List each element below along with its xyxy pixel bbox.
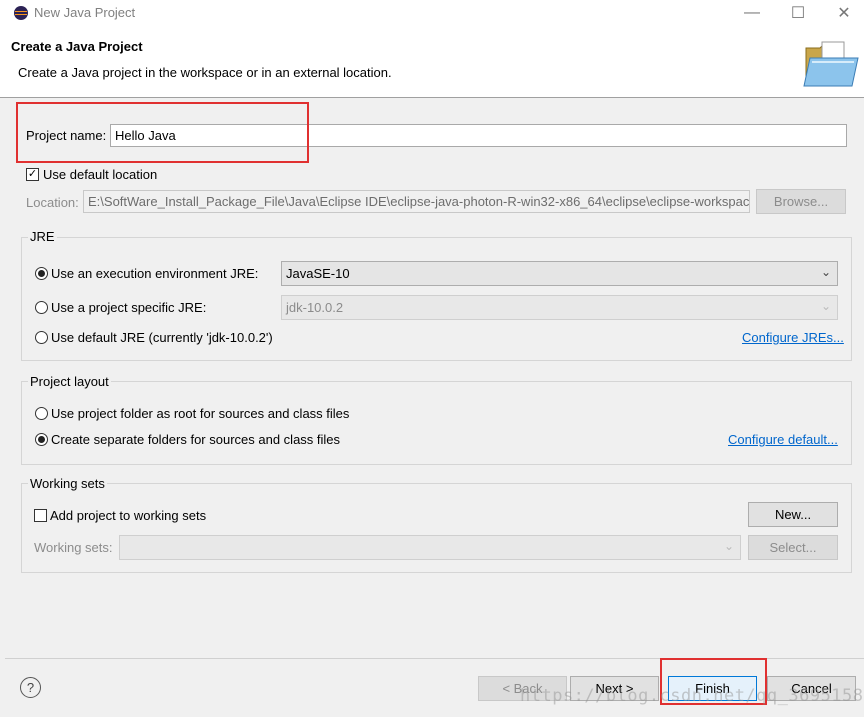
configure-default-link[interactable]: Configure default... [728, 432, 838, 447]
highlight-box-project-name [16, 102, 309, 163]
jre-project-specific-radio[interactable] [35, 301, 48, 314]
chevron-down-icon: ⌄ [820, 299, 831, 313]
chevron-down-icon: ⌄ [723, 539, 734, 553]
jre-project-specific-select[interactable]: jdk-10.0.2 ⌄ [281, 295, 838, 320]
jre-execution-env-label: Use an execution environment JRE: [51, 266, 259, 281]
working-sets-group-title: Working sets [28, 476, 107, 491]
layout-separate-label: Create separate folders for sources and … [51, 432, 341, 447]
watermark-text: https://blog.csdn.net/qq_36951582 [520, 686, 864, 706]
new-working-set-button[interactable]: New... [748, 502, 838, 527]
eclipse-app-icon [14, 6, 28, 20]
configure-jres-link[interactable]: Configure JREs... [742, 330, 844, 345]
layout-root-radio[interactable] [35, 407, 48, 420]
jre-execution-env-value: JavaSE-10 [286, 266, 350, 281]
browse-button[interactable]: Browse... [756, 189, 846, 214]
use-default-location-checkbox[interactable]: ✓ [26, 168, 39, 181]
wizard-description: Create a Java project in the workspace o… [18, 65, 392, 80]
maximize-button[interactable]: ☐ [775, 0, 821, 26]
help-icon[interactable]: ? [20, 677, 41, 698]
wizard-header: Create a Java Project Create a Java proj… [0, 26, 864, 98]
jre-default-label: Use default JRE (currently 'jdk-10.0.2') [51, 330, 273, 345]
jre-execution-env-radio[interactable] [35, 267, 48, 280]
project-layout-group-title: Project layout [28, 374, 111, 389]
folder-icon [803, 41, 859, 87]
layout-root-label: Use project folder as root for sources a… [51, 406, 350, 421]
chevron-down-icon: ⌄ [820, 265, 831, 279]
window-title: New Java Project [34, 5, 136, 20]
add-to-working-sets-label: Add project to working sets [50, 508, 207, 523]
layout-separate-radio[interactable] [35, 433, 48, 446]
select-working-set-button[interactable]: Select... [748, 535, 838, 560]
project-layout-group [21, 381, 852, 465]
title-bar: New Java Project — ☐ ✕ [0, 0, 864, 26]
use-default-location-label: Use default location [43, 167, 158, 182]
minimize-button[interactable]: — [729, 0, 775, 26]
jre-default-radio[interactable] [35, 331, 48, 344]
working-sets-select[interactable]: ⌄ [119, 535, 741, 560]
location-input[interactable]: E:\SoftWare_Install_Package_File\Java\Ec… [83, 190, 750, 213]
location-label: Location: [26, 195, 79, 210]
jre-project-specific-value: jdk-10.0.2 [286, 300, 344, 315]
jre-project-specific-label: Use a project specific JRE: [51, 300, 207, 315]
add-to-working-sets-checkbox[interactable] [34, 509, 47, 522]
jre-execution-env-select[interactable]: JavaSE-10 ⌄ [281, 261, 838, 286]
close-button[interactable]: ✕ [821, 0, 864, 26]
jre-group-title: JRE [28, 229, 57, 244]
working-sets-label: Working sets: [34, 540, 113, 555]
wizard-title: Create a Java Project [11, 39, 143, 54]
